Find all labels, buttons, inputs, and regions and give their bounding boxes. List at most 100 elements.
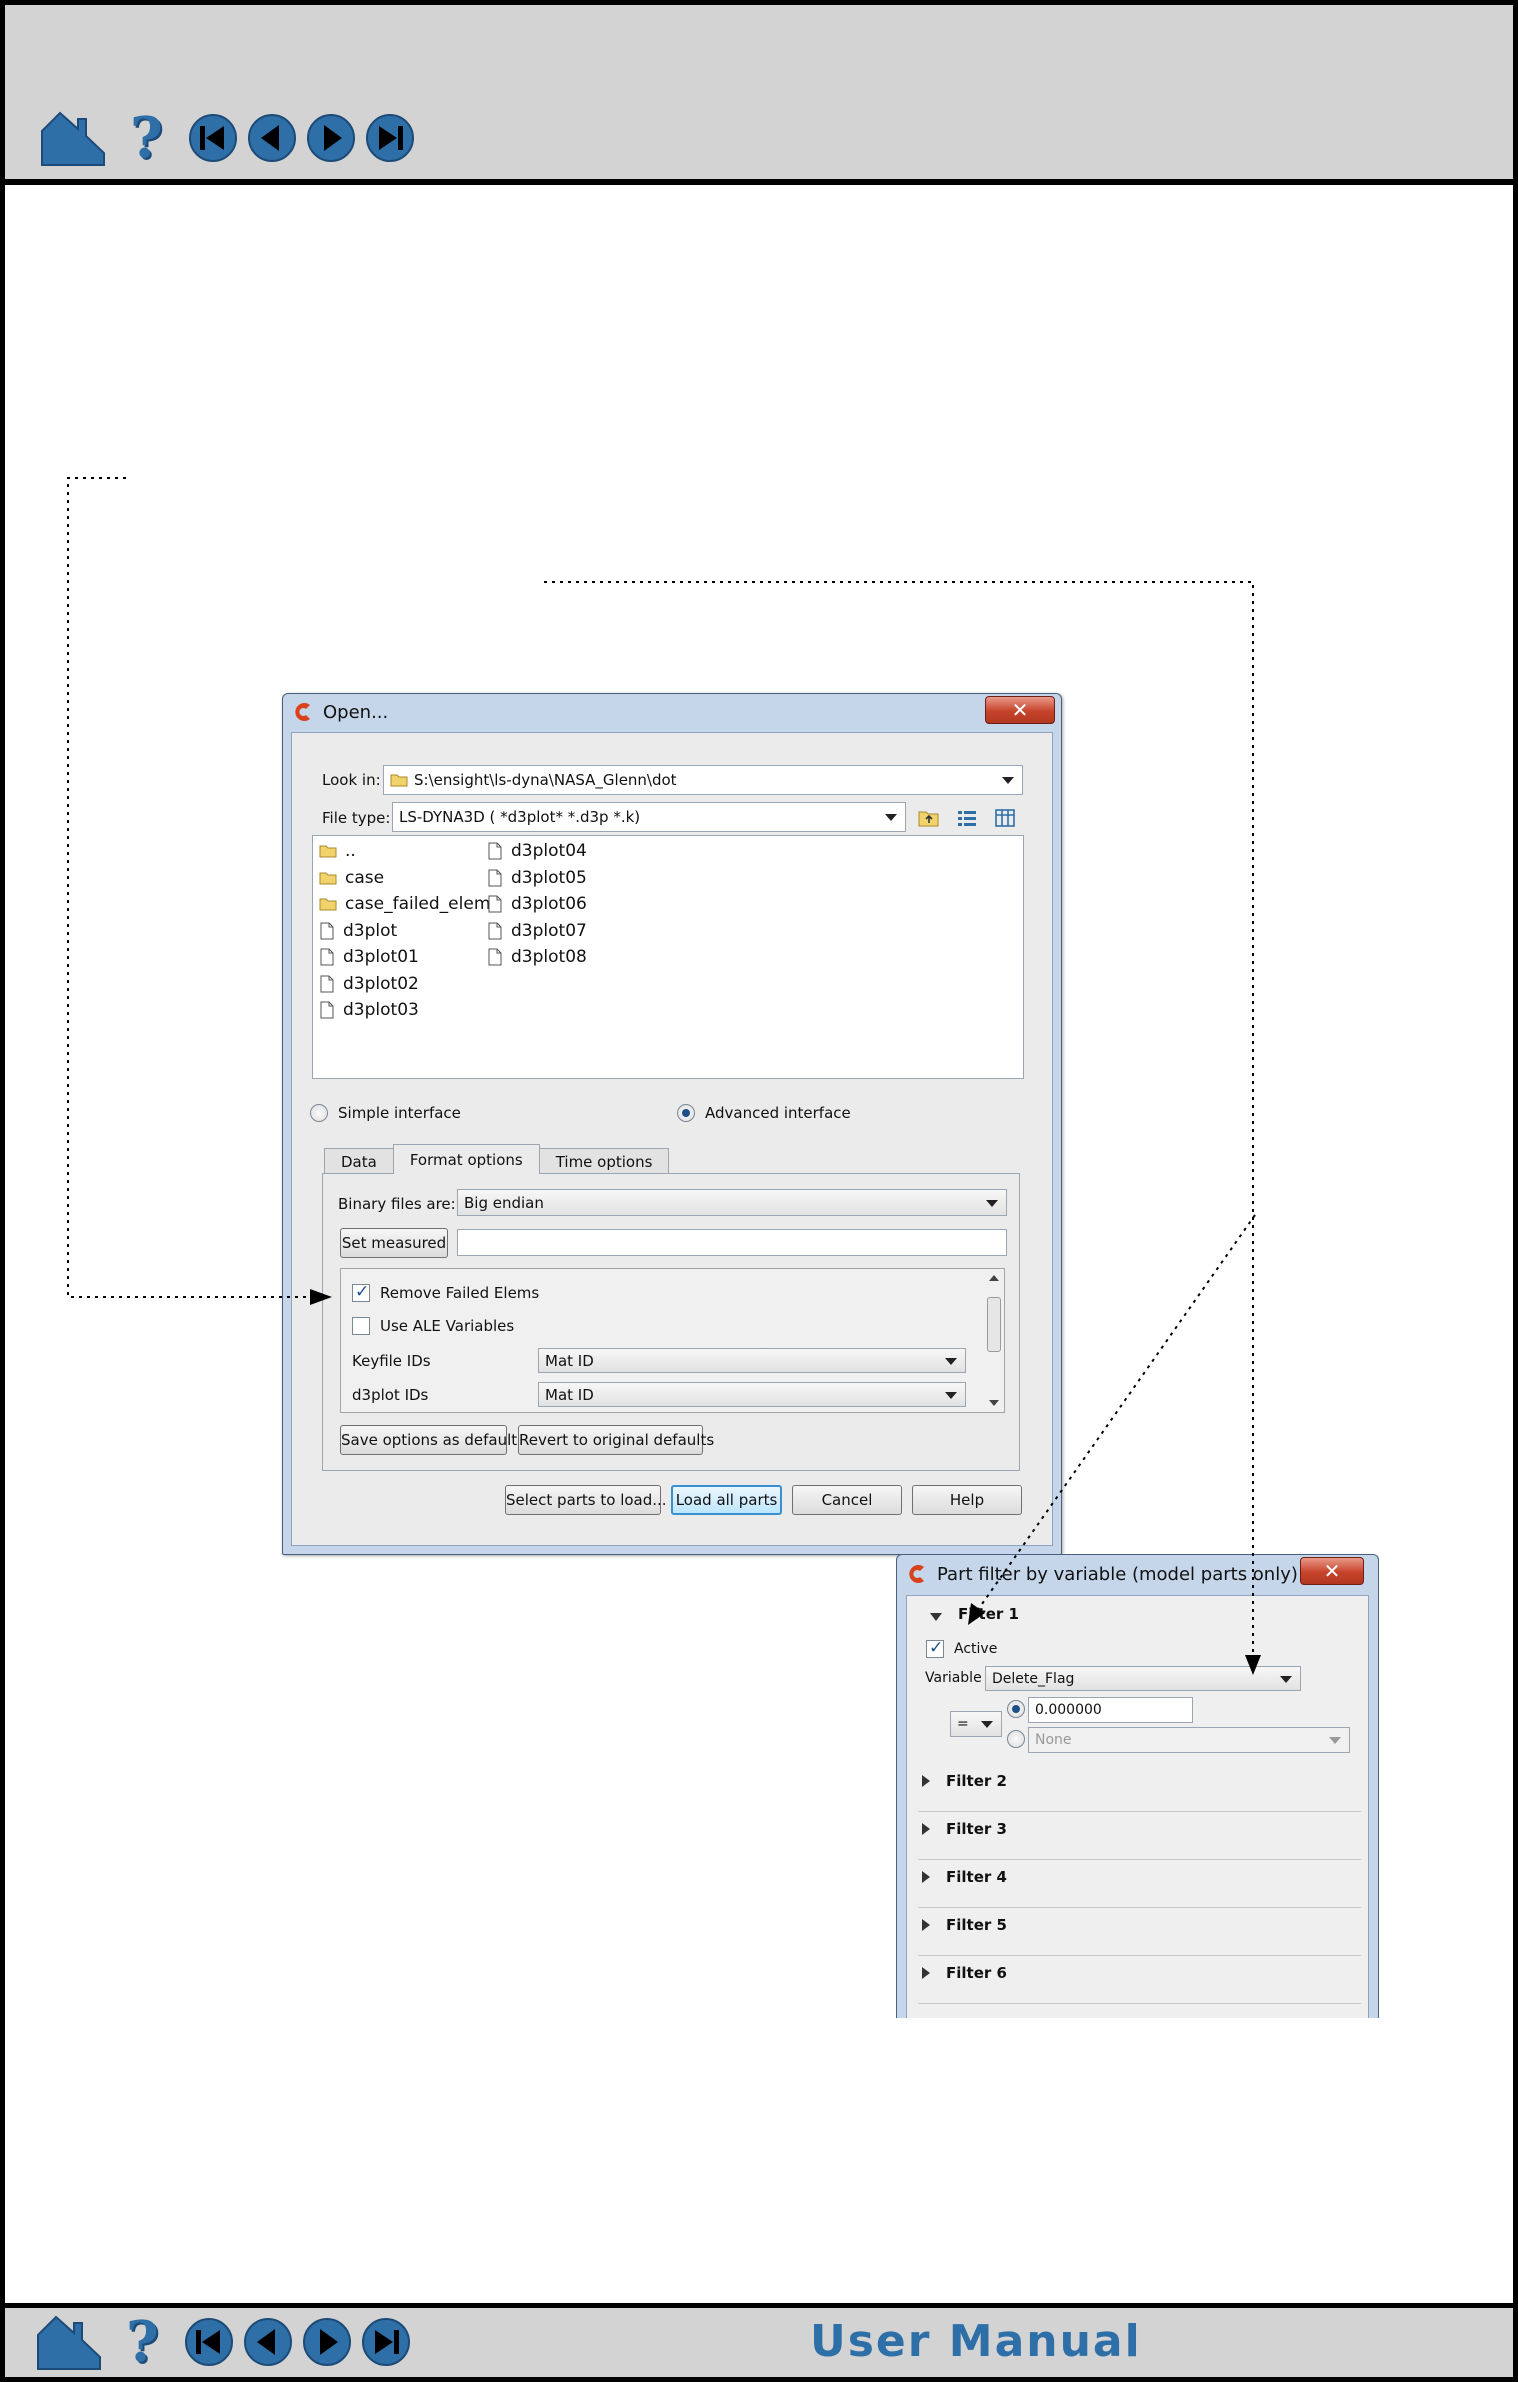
scrollbar[interactable] bbox=[986, 1273, 1002, 1408]
expand-triangle-icon bbox=[922, 1871, 930, 1883]
tab-data[interactable]: Data bbox=[324, 1148, 394, 1174]
filter-header[interactable]: Filter 4 bbox=[918, 1860, 1361, 1908]
binary-endian-combo[interactable]: Big endian bbox=[457, 1189, 1007, 1216]
filter-label: Filter 2 bbox=[946, 1772, 1007, 1790]
close-button[interactable]: ✕ bbox=[1300, 1557, 1364, 1585]
file-name: d3plot04 bbox=[511, 841, 587, 861]
part-filter-title: Part filter by variable (model parts onl… bbox=[937, 1563, 1298, 1585]
value-radio[interactable] bbox=[1007, 1700, 1025, 1718]
filter-active-checkbox[interactable]: Active bbox=[926, 1638, 998, 1658]
variable-label: Variable bbox=[925, 1670, 982, 1686]
filter-label: Filter 5 bbox=[946, 1916, 1007, 1934]
file-icon bbox=[487, 842, 511, 860]
binary-endian-value: Big endian bbox=[464, 1193, 544, 1212]
file-list-item[interactable]: d3plot03 bbox=[319, 999, 419, 1021]
value-input[interactable]: 0.000000 bbox=[1028, 1697, 1193, 1723]
file-list-item[interactable]: d3plot08 bbox=[487, 946, 587, 968]
variable-value-radio[interactable] bbox=[1007, 1730, 1025, 1748]
first-page-icon[interactable] bbox=[188, 113, 238, 163]
save-options-default-button[interactable]: Save options as default bbox=[340, 1425, 517, 1455]
scroll-up-icon[interactable] bbox=[989, 1275, 999, 1281]
file-list-item[interactable]: case_failed_elem bbox=[319, 893, 490, 915]
close-button[interactable]: ✕ bbox=[985, 696, 1055, 724]
file-icon bbox=[487, 922, 511, 940]
open-dialog-titlebar[interactable]: Open... bbox=[283, 694, 1061, 730]
home-icon[interactable] bbox=[38, 109, 108, 167]
filter-label: Filter 3 bbox=[946, 1820, 1007, 1838]
previous-page-icon[interactable] bbox=[247, 113, 297, 163]
file-icon bbox=[487, 895, 511, 913]
file-name: d3plot03 bbox=[343, 1000, 419, 1020]
d3plot-ids-label: d3plot IDs bbox=[352, 1386, 429, 1404]
file-type-combo[interactable]: LS-DYNA3D ( *d3plot* *.d3p *.k) bbox=[392, 802, 906, 832]
filter-header[interactable]: Filter 2 bbox=[918, 1764, 1361, 1812]
file-list-item[interactable]: d3plot02 bbox=[319, 973, 419, 995]
details-view-icon[interactable] bbox=[994, 808, 1016, 828]
file-list-item[interactable]: d3plot06 bbox=[487, 893, 587, 915]
filter-active-label: Active bbox=[954, 1641, 998, 1657]
filter-1-label: Filter 1 bbox=[958, 1605, 1019, 1623]
tab-time-options[interactable]: Time options bbox=[538, 1148, 670, 1174]
file-icon bbox=[319, 922, 343, 940]
home-icon[interactable] bbox=[34, 2313, 104, 2371]
last-page-icon[interactable] bbox=[365, 113, 415, 163]
first-page-icon[interactable] bbox=[184, 2317, 234, 2367]
help-button[interactable]: Help bbox=[912, 1485, 1022, 1515]
file-name: d3plot02 bbox=[343, 973, 419, 994]
list-view-icon[interactable] bbox=[956, 808, 978, 828]
expand-triangle-icon bbox=[922, 1823, 930, 1835]
file-name: case bbox=[345, 867, 385, 888]
folder-icon bbox=[319, 897, 345, 911]
filter-header[interactable]: Filter 6 bbox=[918, 1956, 1361, 2004]
none-variable-combo[interactable]: None bbox=[1028, 1727, 1350, 1753]
up-folder-icon[interactable] bbox=[918, 808, 940, 828]
cancel-button[interactable]: Cancel bbox=[792, 1485, 902, 1515]
variable-value: Delete_Flag bbox=[992, 1670, 1075, 1687]
advanced-interface-radio[interactable]: Advanced interface bbox=[677, 1104, 851, 1122]
next-page-icon[interactable] bbox=[302, 2317, 352, 2367]
help-icon[interactable]: ? bbox=[130, 108, 170, 168]
previous-page-icon[interactable] bbox=[243, 2317, 293, 2367]
select-parts-button[interactable]: Select parts to load... bbox=[505, 1485, 667, 1515]
look-in-combo[interactable]: S:\ensight\ls-dyna\NASA_Glenn\dot bbox=[383, 765, 1023, 795]
next-page-icon[interactable] bbox=[306, 113, 356, 163]
set-measured-button[interactable]: Set measured bbox=[340, 1228, 448, 1258]
load-all-parts-button[interactable]: Load all parts bbox=[671, 1485, 782, 1515]
last-page-icon[interactable] bbox=[361, 2317, 411, 2367]
d3plot-ids-combo[interactable]: Mat ID bbox=[538, 1382, 966, 1407]
operator-combo[interactable]: = bbox=[950, 1711, 1002, 1737]
scrollbar-thumb[interactable] bbox=[987, 1297, 1001, 1352]
tab-format-options[interactable]: Format options bbox=[392, 1144, 540, 1174]
open-dialog-title: Open... bbox=[323, 701, 389, 723]
filter-header[interactable]: Filter 3 bbox=[918, 1812, 1361, 1860]
simple-interface-radio[interactable]: Simple interface bbox=[310, 1104, 461, 1122]
file-list-item[interactable]: d3plot bbox=[319, 920, 397, 942]
remove-failed-elems-checkbox[interactable]: Remove Failed Elems bbox=[352, 1282, 539, 1302]
revert-defaults-button[interactable]: Revert to original defaults bbox=[518, 1425, 714, 1455]
variable-combo[interactable]: Delete_Flag bbox=[985, 1666, 1301, 1691]
file-list-item[interactable]: d3plot05 bbox=[487, 867, 587, 889]
file-list-item[interactable]: d3plot07 bbox=[487, 920, 587, 942]
filter-label: Filter 6 bbox=[946, 1964, 1007, 1982]
simple-interface-label: Simple interface bbox=[338, 1104, 461, 1122]
file-list-item[interactable]: d3plot01 bbox=[319, 946, 419, 968]
file-name: d3plot01 bbox=[343, 947, 419, 967]
chevron-down-icon bbox=[885, 814, 897, 821]
checkbox-unchecked-icon bbox=[352, 1317, 370, 1335]
keyfile-ids-combo[interactable]: Mat ID bbox=[538, 1348, 966, 1373]
file-list-item[interactable]: d3plot04 bbox=[487, 840, 587, 862]
chevron-down-icon bbox=[981, 1721, 993, 1728]
options-tabs: Data Format options Time options bbox=[324, 1144, 670, 1174]
file-list-item[interactable]: .. bbox=[319, 840, 356, 862]
use-ale-variables-checkbox[interactable]: Use ALE Variables bbox=[352, 1317, 514, 1335]
scroll-down-icon[interactable] bbox=[989, 1400, 999, 1406]
look-in-value: S:\ensight\ls-dyna\NASA_Glenn\dot bbox=[414, 771, 677, 789]
file-icon bbox=[487, 869, 511, 887]
file-list[interactable]: .. case case_failed_elem d3plot d3plot01 d3pl… bbox=[312, 835, 1024, 1079]
file-list-item[interactable]: case bbox=[319, 867, 384, 889]
set-measured-field[interactable] bbox=[457, 1229, 1007, 1256]
folder-icon bbox=[319, 844, 345, 858]
help-icon[interactable]: ? bbox=[126, 2312, 166, 2372]
filter-header[interactable]: Filter 5 bbox=[918, 1908, 1361, 1956]
filter-1-header[interactable]: Filter 1 bbox=[928, 1605, 1019, 1623]
